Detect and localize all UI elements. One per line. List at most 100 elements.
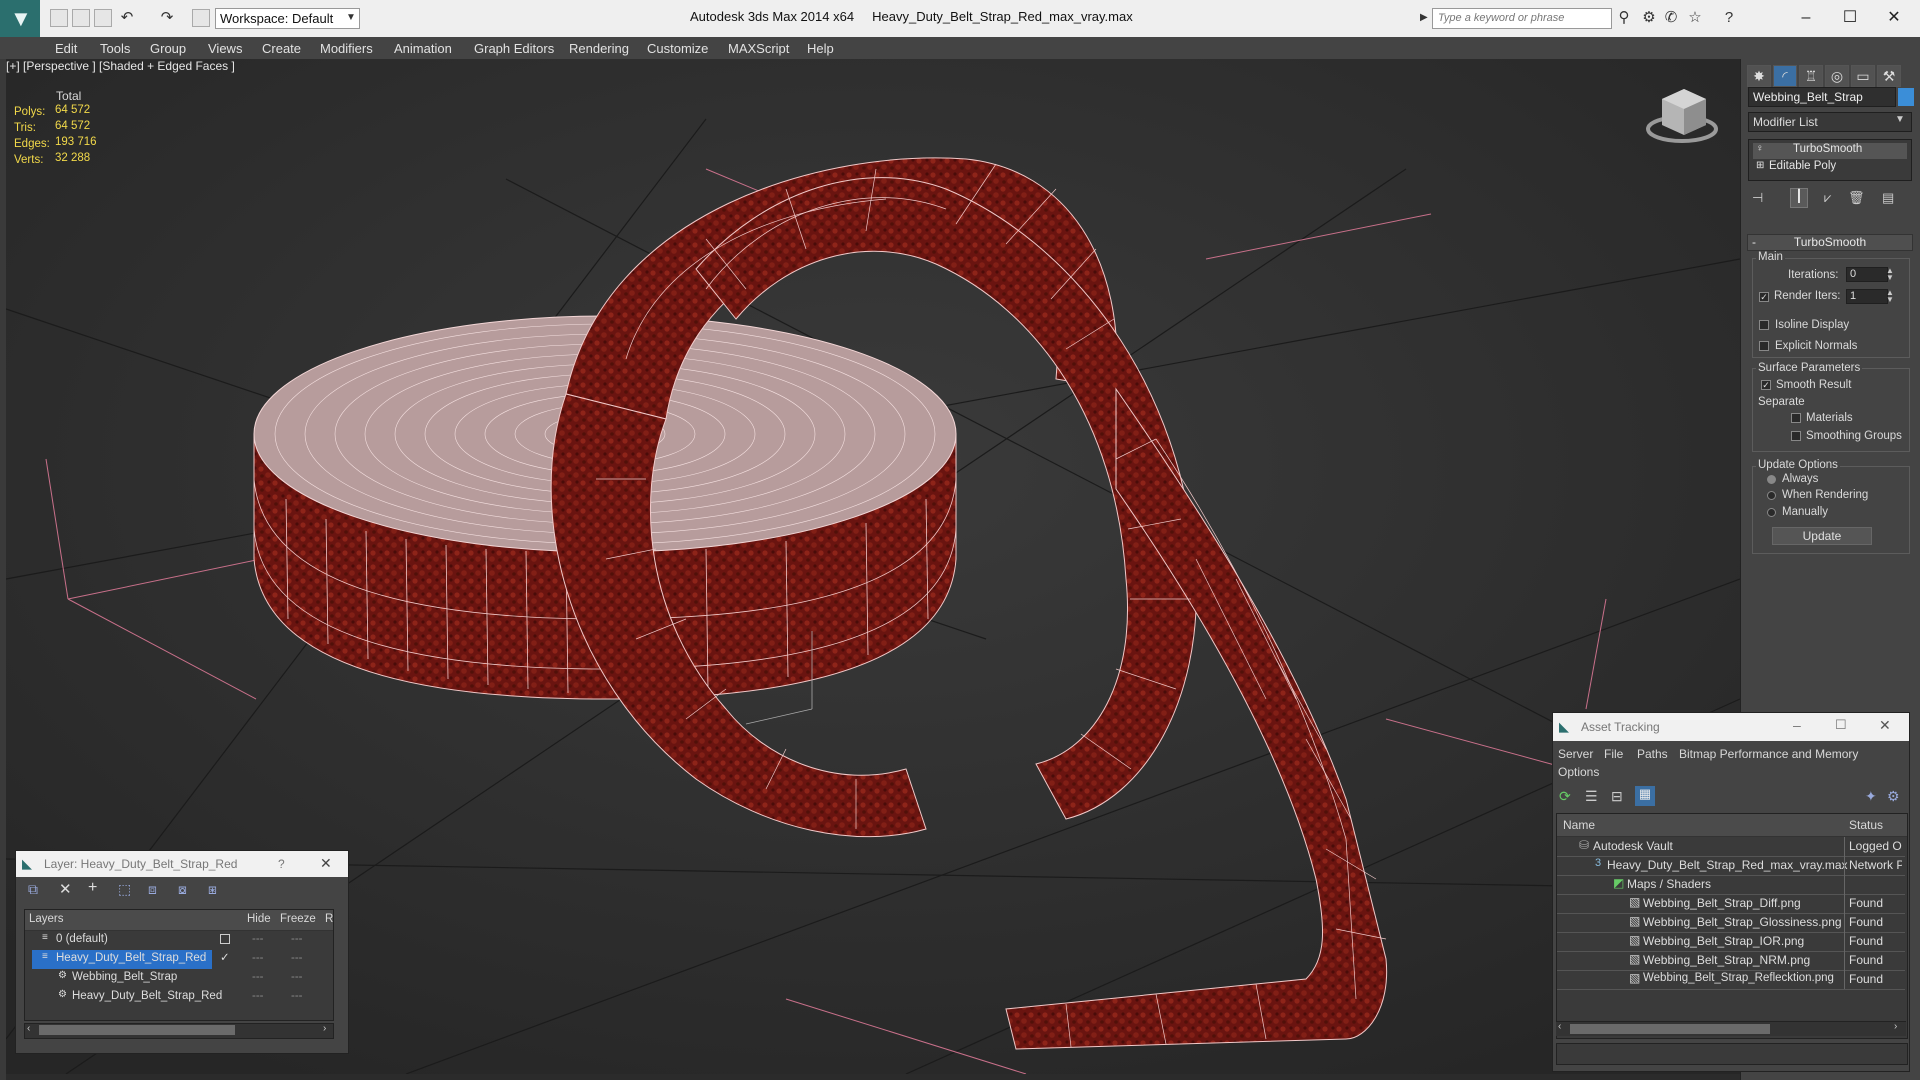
- hierarchy-tab-icon[interactable]: ♖: [1799, 65, 1823, 87]
- layer-row-default[interactable]: ≡ 0 (default) --- ---: [24, 931, 332, 950]
- asset-row[interactable]: ▧ Webbing_Belt_Strap_NRM.png Found: [1557, 951, 1905, 971]
- menu-graph-editors[interactable]: Graph Editors: [474, 41, 554, 56]
- freeze-toggle[interactable]: ---: [291, 933, 303, 945]
- minimize-icon[interactable]: –: [1786, 4, 1826, 32]
- asset-row[interactable]: ◩ Maps / Shaders: [1557, 875, 1905, 895]
- stack-item-turbosmooth[interactable]: ♀ TurboSmooth: [1753, 143, 1907, 159]
- menu-help[interactable]: Help: [807, 41, 834, 56]
- select-objects-icon[interactable]: ⬚: [118, 881, 131, 898]
- col-hide[interactable]: Hide: [247, 913, 271, 925]
- project-folder-icon[interactable]: [192, 9, 210, 27]
- modifier-list-dropdown[interactable]: Modifier List: [1748, 112, 1912, 132]
- menu-animation[interactable]: Animation: [394, 41, 452, 56]
- hide-toggle[interactable]: ---: [252, 952, 264, 964]
- col-render[interactable]: R: [325, 913, 333, 925]
- viewport-label[interactable]: [+] [Perspective ] [Shaded + Edged Faces…: [6, 59, 235, 73]
- motion-tab-icon[interactable]: ◎: [1825, 65, 1849, 87]
- col-name[interactable]: Name: [1563, 818, 1595, 832]
- asset-row[interactable]: ⛁ Autodesk Vault Logged Ou: [1557, 837, 1905, 857]
- communication-icon[interactable]: ✆: [1662, 9, 1680, 27]
- remove-modifier-icon[interactable]: 🗑︎: [1848, 190, 1865, 206]
- current-layer-box[interactable]: [220, 934, 230, 944]
- layer-row-webbing[interactable]: ⚙ Webbing_Belt_Strap --- ---: [24, 969, 332, 988]
- menu-tools[interactable]: Tools: [100, 41, 130, 56]
- freeze-toggle[interactable]: ---: [291, 952, 303, 964]
- layer-dialog-help-icon[interactable]: ?: [278, 857, 285, 871]
- asset-row[interactable]: ▧ Webbing_Belt_Strap_IOR.png Found: [1557, 932, 1905, 952]
- layer-dialog-title-bar[interactable]: ◣ Layer: Heavy_Duty_Belt_Strap_Red ? ✕: [16, 851, 348, 877]
- maximize-icon[interactable]: ☐: [1830, 4, 1870, 32]
- layer-row-heavy-duty[interactable]: ≡ Heavy_Duty_Belt_Strap_Red ✓ --- ---: [24, 950, 332, 969]
- subscription-icon[interactable]: ⚙: [1640, 9, 1658, 27]
- menu-rendering[interactable]: Rendering: [569, 41, 629, 56]
- configure-modifier-sets-icon[interactable]: ▤: [1882, 190, 1894, 206]
- asset-hscrollbar[interactable]: ‹ ›: [1556, 1021, 1906, 1036]
- utilities-tab-icon[interactable]: ⚒: [1877, 65, 1901, 87]
- show-end-result-icon[interactable]: ┃: [1790, 188, 1808, 208]
- hide-all-icon[interactable]: ⧇: [178, 881, 187, 898]
- iterations-spinner-arrows-icon[interactable]: ▲ ▼: [1886, 267, 1894, 282]
- search-input[interactable]: Type a keyword or phrase: [1432, 8, 1612, 29]
- smoothing-groups-checkbox[interactable]: [1791, 431, 1801, 441]
- render-iters-checkbox[interactable]: ✓: [1759, 292, 1769, 302]
- menu-modifiers[interactable]: Modifiers: [320, 41, 373, 56]
- asset-menu-bitmap[interactable]: Bitmap Performance and Memory: [1679, 747, 1858, 761]
- menu-maxscript[interactable]: MAXScript: [728, 41, 789, 56]
- isoline-display-checkbox[interactable]: [1759, 320, 1769, 330]
- object-color-swatch[interactable]: [1898, 88, 1914, 106]
- hide-toggle[interactable]: ---: [252, 990, 264, 1002]
- stack-item-editable-poly[interactable]: ⊞ Editable Poly: [1753, 160, 1907, 176]
- render-iters-spinner-arrows-icon[interactable]: ▲ ▼: [1886, 289, 1894, 304]
- new-file-icon[interactable]: [50, 9, 68, 27]
- help-icon[interactable]: ?: [1720, 9, 1738, 27]
- binoculars-icon[interactable]: ⚲: [1615, 9, 1633, 27]
- modifier-list-chevron-icon[interactable]: ▼: [1895, 114, 1905, 125]
- layer-dialog-close-icon[interactable]: ✕: [320, 855, 332, 872]
- close-icon[interactable]: ✕: [1874, 4, 1914, 32]
- asset-menu-file[interactable]: File: [1604, 747, 1623, 761]
- turbosmooth-rollout-title[interactable]: - TurboSmooth: [1747, 234, 1913, 251]
- current-layer-check-icon[interactable]: ✓: [220, 950, 230, 964]
- update-button[interactable]: Update: [1772, 527, 1872, 545]
- redo-icon[interactable]: ↷: [158, 9, 176, 27]
- display-tab-icon[interactable]: ▭: [1851, 65, 1875, 87]
- create-layer-icon[interactable]: ⧉: [28, 881, 38, 898]
- object-name-field[interactable]: Webbing_Belt_Strap: [1748, 87, 1896, 107]
- hide-toggle[interactable]: ---: [252, 933, 264, 945]
- minimize-icon[interactable]: –: [1793, 717, 1801, 733]
- scrollbar-thumb[interactable]: [1570, 1024, 1770, 1034]
- make-unique-icon[interactable]: ⩗: [1824, 190, 1831, 206]
- modify-tab-icon[interactable]: ◜: [1773, 65, 1797, 87]
- menu-views[interactable]: Views: [208, 41, 242, 56]
- scroll-right-icon[interactable]: ›: [323, 1023, 326, 1034]
- smooth-result-checkbox[interactable]: ✓: [1761, 380, 1771, 390]
- delete-layer-icon[interactable]: ✕: [59, 880, 72, 898]
- layer-hscrollbar[interactable]: ‹ ›: [24, 1023, 334, 1039]
- list-view-icon[interactable]: ☰: [1585, 788, 1598, 805]
- scroll-left-icon[interactable]: ‹: [1558, 1021, 1561, 1032]
- scroll-left-icon[interactable]: ‹: [27, 1023, 30, 1034]
- asset-row[interactable]: ▧ Webbing_Belt_Strap_Glossiness.png Foun…: [1557, 913, 1905, 933]
- workspace-chevron-icon[interactable]: ▼: [346, 12, 356, 23]
- save-file-icon[interactable]: [94, 9, 112, 27]
- freeze-toggle[interactable]: ---: [291, 990, 303, 1002]
- create-tab-icon[interactable]: ✸: [1747, 65, 1771, 87]
- close-icon[interactable]: ✕: [1879, 717, 1891, 734]
- when-rendering-radio[interactable]: [1767, 491, 1776, 500]
- col-freeze[interactable]: Freeze: [280, 913, 316, 925]
- asset-menu-server[interactable]: Server: [1558, 747, 1593, 761]
- explicit-normals-checkbox[interactable]: [1759, 341, 1769, 351]
- help-icon[interactable]: ✦: [1865, 788, 1877, 805]
- expand-plus-icon[interactable]: ⊞: [1756, 160, 1764, 171]
- asset-row[interactable]: ▧ Webbing_Belt_Strap_Reflecktion.png Fou…: [1557, 970, 1905, 990]
- maximize-icon[interactable]: ☐: [1835, 717, 1847, 733]
- freeze-toggle[interactable]: ---: [291, 971, 303, 983]
- open-file-icon[interactable]: [72, 9, 90, 27]
- menu-group[interactable]: Group: [150, 41, 186, 56]
- tree-view-icon[interactable]: ⊟: [1611, 788, 1623, 805]
- asset-path-field[interactable]: [1556, 1043, 1908, 1065]
- col-status[interactable]: Status: [1849, 818, 1883, 832]
- refresh-icon[interactable]: ⟳: [1559, 788, 1571, 805]
- menu-customize[interactable]: Customize: [647, 41, 708, 56]
- menu-create[interactable]: Create: [262, 41, 301, 56]
